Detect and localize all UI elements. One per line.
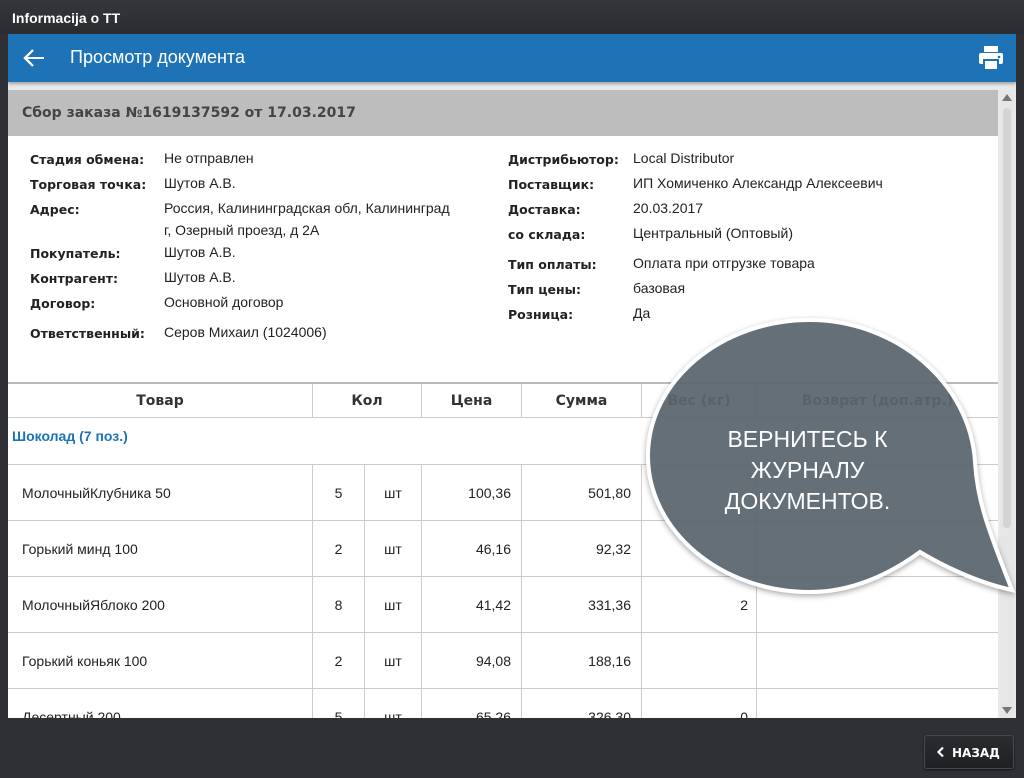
table-row[interactable]: Десертный 200 5 шт 65,26 326,30 0 (8, 689, 998, 718)
column-header-product[interactable]: Товар (8, 384, 313, 418)
tooltip-line: ВЕРНИТЕСЬ К (727, 426, 888, 452)
cell-name: Горький коньяк 100 (8, 633, 313, 689)
table-row[interactable]: Горький коньяк 100 2 шт 94,08 188,16 (8, 633, 998, 689)
info-label: Поставщик: (508, 177, 595, 192)
column-header-price[interactable]: Цена (422, 384, 522, 418)
group-label[interactable]: Шоколад (7 поз.) (12, 428, 128, 444)
cell-price: 65,26 (422, 689, 522, 718)
info-label: Покупатель: (30, 246, 121, 261)
info-label: Торговая точка: (30, 177, 147, 192)
scroll-down-arrow-icon[interactable] (1002, 707, 1012, 714)
cell-weight: 0 (642, 689, 757, 718)
cell-name: МолочныйЯблоко 200 (8, 577, 313, 633)
cell-sum: 326,30 (522, 689, 642, 718)
cell-unit: шт (365, 521, 422, 577)
info-label: Дистрибьютор: (508, 152, 619, 167)
cell-name: Десертный 200 (8, 689, 313, 718)
arrow-left-icon[interactable] (18, 42, 50, 74)
cell-price: 46,16 (422, 521, 522, 577)
cell-sum: 92,32 (522, 521, 642, 577)
info-value: Не отправлен (164, 150, 254, 166)
info-label: Ответственный: (30, 326, 145, 341)
info-value: Основной договор (164, 294, 284, 310)
cell-price: 94,08 (422, 633, 522, 689)
info-label: со склада: (508, 227, 586, 242)
printer-icon[interactable] (976, 43, 1006, 73)
scroll-up-arrow-icon[interactable] (1002, 94, 1012, 101)
cell-unit: шт (365, 465, 422, 521)
cell-price: 41,42 (422, 577, 522, 633)
document-header: Сбор заказа №1619137592 от 17.03.2017 (8, 90, 998, 136)
cell-return (757, 689, 998, 718)
cell-name: МолочныйКлубника 50 (8, 465, 313, 521)
info-value: 20.03.2017 (633, 200, 704, 216)
tooltip-text: ВЕРНИТЕСЬ К ЖУРНАЛУ ДОКУМЕНТОВ. (650, 424, 965, 517)
info-value: Оплата при отгрузке товара (633, 255, 815, 271)
cell-qty: 5 (313, 689, 365, 718)
info-value: Центральный (Оптовый) (633, 225, 793, 241)
info-label: Стадия обмена: (30, 152, 145, 167)
column-header-qty[interactable]: Кол (313, 384, 422, 418)
info-label: Доставка: (508, 202, 581, 217)
tooltip-line: ЖУРНАЛУ (750, 457, 865, 483)
cell-unit: шт (365, 577, 422, 633)
cell-price: 100,36 (422, 465, 522, 521)
info-label: Тип цены: (508, 282, 581, 297)
info-value: ИП Хомиченко Александр Алексеевич (633, 175, 883, 191)
page-title: Просмотр документа (70, 47, 245, 67)
info-label: Адрес: (30, 202, 80, 217)
cell-qty: 8 (313, 577, 365, 633)
info-value: Шутов А.В. (164, 269, 236, 285)
info-label: Тип оплаты: (508, 257, 597, 272)
cell-name: Горький минд 100 (8, 521, 313, 577)
column-header-sum[interactable]: Сумма (522, 384, 642, 418)
cell-weight (642, 633, 757, 689)
back-button-label: НАЗАД (952, 746, 1000, 760)
app-bar: Просмотр документа (8, 34, 1016, 82)
cell-unit: шт (365, 633, 422, 689)
cell-unit: шт (365, 689, 422, 718)
tooltip-line: ДОКУМЕНТОВ. (724, 488, 891, 514)
chevron-left-icon (936, 746, 944, 758)
info-value: базовая (633, 280, 686, 296)
info-value: Серов Михаил (1024006) (164, 324, 327, 340)
info-label: Договор: (30, 296, 96, 311)
info-label: Контрагент: (30, 271, 118, 286)
cell-sum: 188,16 (522, 633, 642, 689)
cell-qty: 5 (313, 465, 365, 521)
info-value-line2: г, Озерный проезд, д 2А (164, 222, 320, 238)
info-label: Розница: (508, 307, 574, 322)
info-value: Шутов А.В. (164, 175, 236, 191)
info-value: Local Distributor (633, 150, 735, 166)
info-value: Шутов А.В. (164, 244, 236, 260)
back-button[interactable]: НАЗАД (924, 735, 1014, 769)
cell-qty: 2 (313, 633, 365, 689)
cell-sum: 501,80 (522, 465, 642, 521)
info-value: Россия, Калининградская обл, Калининград (164, 200, 450, 216)
window-title: Informacija o TT (0, 0, 1024, 34)
cell-return (757, 633, 998, 689)
cell-sum: 331,36 (522, 577, 642, 633)
cell-qty: 2 (313, 521, 365, 577)
